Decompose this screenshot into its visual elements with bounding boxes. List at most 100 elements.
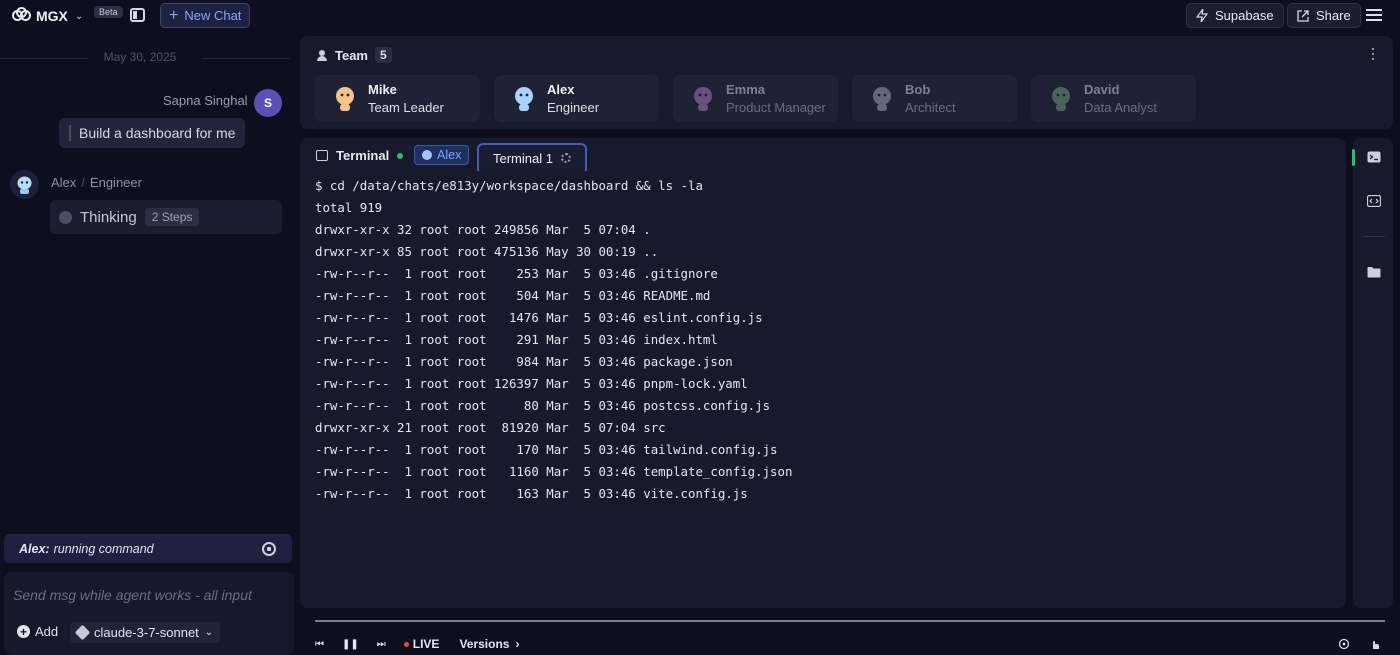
robot-icon	[422, 150, 432, 160]
terminal-label: Terminal	[316, 148, 404, 163]
member-name: David	[1084, 82, 1120, 97]
model-select[interactable]: claude-3-7-sonnet ⌄	[70, 622, 221, 643]
user-message: Build a dashboard for me	[59, 118, 246, 148]
user-name: Sapna Singhal	[163, 93, 248, 108]
stop-icon[interactable]	[262, 542, 276, 556]
model-cube-icon	[74, 624, 91, 641]
live-label: LIVE	[412, 637, 440, 651]
message-input-box[interactable]: Send msg while agent works - all input +…	[4, 572, 294, 655]
team-member-card[interactable]: David Data Analyst	[1031, 75, 1196, 122]
live-status-dot	[397, 152, 404, 159]
chevron-down-icon: ⌄	[74, 10, 84, 22]
model-name: claude-3-7-sonnet	[94, 625, 199, 640]
pause-icon[interactable]: ❚❚	[342, 639, 359, 650]
member-role: Product Manager	[726, 100, 826, 115]
app-logo[interactable]: MGX ⌄	[12, 7, 83, 25]
member-avatar-icon	[515, 87, 533, 111]
check-circle-icon	[59, 210, 72, 224]
supabase-button[interactable]: Supabase	[1186, 3, 1284, 28]
terminal-icon	[316, 150, 328, 161]
live-badge[interactable]: LIVE	[403, 637, 440, 651]
sidebar-toggle-button[interactable]	[130, 8, 145, 22]
versions-label: Versions	[459, 637, 510, 651]
member-avatar-icon	[1052, 87, 1070, 111]
terminal-header: Terminal Alex Terminal 1	[300, 138, 1346, 171]
member-name: Bob	[905, 82, 931, 97]
member-avatar-icon	[694, 87, 712, 111]
agent-chip[interactable]: Alex	[414, 145, 470, 165]
terminal-line: -rw-r--r-- 1 root root 163 Mar 5 03:46 v…	[315, 486, 748, 501]
terminal-line: total 919	[315, 200, 383, 215]
terminal-line: -rw-r--r-- 1 root root 1160 Mar 5 03:46 …	[315, 464, 793, 479]
member-avatar-icon	[336, 87, 354, 111]
team-icon	[316, 49, 328, 61]
member-name: Mike	[368, 82, 397, 97]
beta-badge: Beta	[94, 6, 123, 18]
add-label: Add	[35, 624, 59, 639]
terminal-line: -rw-r--r-- 1 root root 80 Mar 5 03:46 po…	[315, 398, 771, 413]
terminal-output[interactable]: $ cd /data/chats/e813y/workspace/dashboa…	[315, 178, 792, 508]
steps-badge: 2 Steps	[144, 208, 200, 226]
chevron-down-icon: ⌄	[204, 627, 214, 638]
new-chat-label: New Chat	[184, 8, 242, 23]
terminal-tab-label: Terminal 1	[493, 150, 553, 166]
member-role: Architect	[905, 100, 956, 115]
skip-forward-icon[interactable]: ⏭	[377, 639, 386, 650]
robot-avatar-icon	[17, 176, 32, 194]
message-input-placeholder[interactable]: Send msg while agent works - all input	[13, 587, 252, 603]
terminal-line: -rw-r--r-- 1 root root 504 Mar 5 03:46 R…	[315, 288, 711, 303]
supabase-label: Supabase	[1215, 8, 1274, 23]
versions-button[interactable]: Versions ›	[459, 637, 519, 651]
playback-controls: ⏮ ❚❚ ⏭ LIVE Versions ›	[315, 636, 519, 652]
team-panel: Team 5 Mike Team Leader Alex Engineer Emma Pr…	[300, 36, 1393, 129]
tab-terminal-1[interactable]: Terminal 1	[477, 143, 587, 171]
settings-sliders-icon[interactable]	[1366, 8, 1382, 22]
folder-icon[interactable]	[1367, 266, 1381, 278]
supabase-icon	[1196, 9, 1208, 22]
terminal-line: drwxr-xr-x 32 root root 249856 Mar 5 07:…	[315, 222, 651, 237]
replay-icon[interactable]	[1338, 638, 1350, 650]
new-chat-button[interactable]: + New Chat	[160, 3, 251, 28]
more-options-icon[interactable]	[1372, 48, 1375, 60]
agent-avatar	[10, 170, 39, 199]
team-member-card[interactable]: Bob Architect	[852, 75, 1017, 122]
member-role: Engineer	[547, 100, 600, 115]
share-button[interactable]: Share	[1287, 3, 1361, 28]
active-indicator	[1352, 149, 1355, 166]
rail-divider	[1363, 236, 1385, 237]
agent-name: Alex	[51, 175, 77, 190]
team-member-card[interactable]: Mike Team Leader	[315, 75, 480, 122]
team-count-badge: 5	[375, 47, 392, 63]
member-role: Data Analyst	[1084, 100, 1157, 115]
top-bar: MGX ⌄ Beta + New Chat Supabase Share	[0, 0, 1400, 32]
terminal-line: -rw-r--r-- 1 root root 253 Mar 5 03:46 .…	[315, 266, 718, 281]
terminal-line: -rw-r--r-- 1 root root 170 Mar 5 03:46 t…	[315, 442, 778, 457]
terminal-icon[interactable]	[1367, 151, 1381, 163]
loading-spinner-icon	[560, 153, 571, 163]
terminal-title: Terminal	[336, 148, 390, 163]
hand-pointer-icon[interactable]	[1369, 638, 1381, 650]
team-member-card[interactable]: Emma Product Manager	[673, 75, 838, 122]
agent-chip-label: Alex	[437, 148, 462, 162]
agent-role: Engineer	[89, 175, 142, 190]
plus-circle-icon: +	[17, 625, 30, 638]
agent-header: Alex / Engineer	[51, 175, 142, 190]
user-message-text: Build a dashboard for me	[79, 125, 236, 141]
team-header: Team 5	[316, 47, 392, 63]
code-icon[interactable]	[1367, 195, 1381, 207]
skip-back-icon[interactable]: ⏮	[315, 639, 324, 650]
plus-icon: +	[169, 6, 179, 24]
terminal-line: drwxr-xr-x 21 root root 81920 Mar 5 07:0…	[315, 420, 666, 435]
user-avatar: S	[254, 89, 282, 117]
thinking-label: Thinking	[80, 208, 137, 226]
playback-progress-track[interactable]	[315, 620, 1385, 622]
share-icon	[1297, 9, 1309, 22]
chat-date: May 30, 2025	[103, 50, 177, 64]
team-title: Team	[335, 47, 368, 63]
terminal-line: -rw-r--r-- 1 root root 1476 Mar 5 03:46 …	[315, 310, 763, 325]
team-member-card[interactable]: Alex Engineer	[494, 75, 659, 122]
thinking-block[interactable]: Thinking 2 Steps	[50, 200, 282, 234]
member-avatar-icon	[873, 87, 891, 111]
terminal-line: -rw-r--r-- 1 root root 291 Mar 5 03:46 i…	[315, 332, 718, 347]
add-button[interactable]: + Add	[17, 624, 58, 639]
